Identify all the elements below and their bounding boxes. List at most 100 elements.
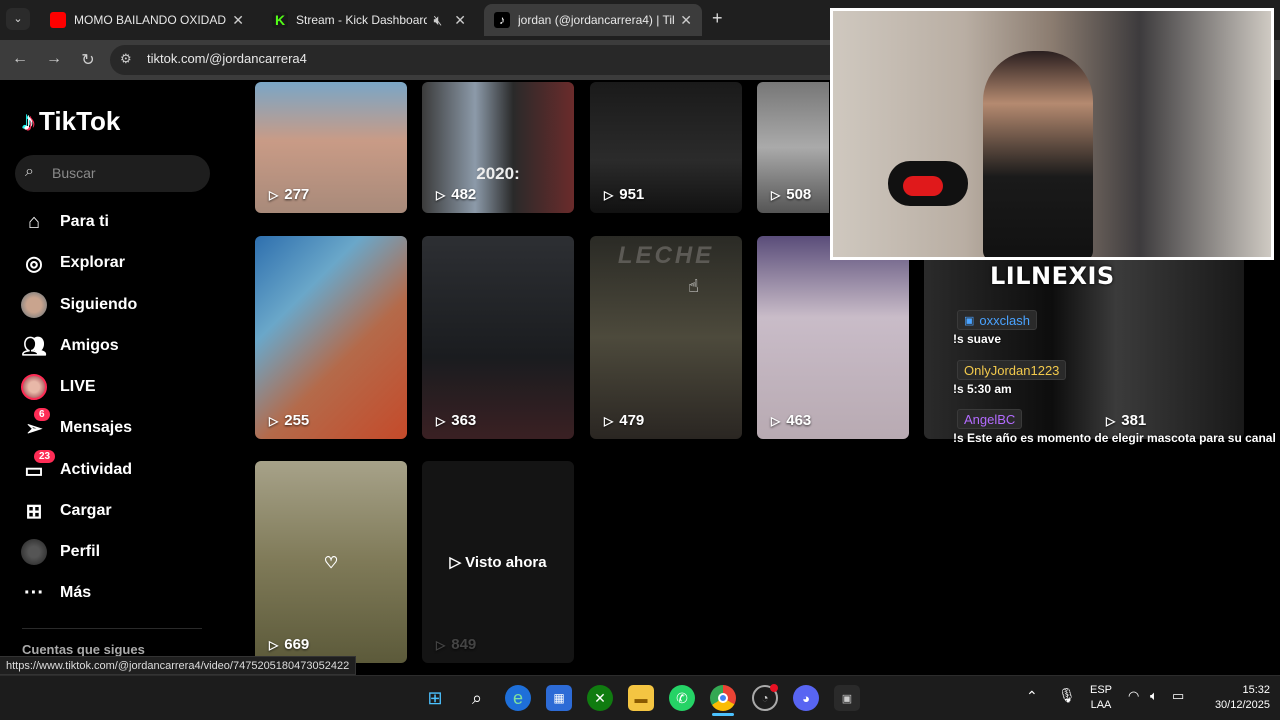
close-tab-icon[interactable]: ✕ <box>680 12 692 29</box>
xbox-icon[interactable]: ✕ <box>587 685 613 711</box>
views-text: 381 <box>1121 412 1147 429</box>
video-caption: 2020: <box>476 164 520 183</box>
views-text: 479 <box>619 412 645 429</box>
active-app-indicator <box>712 713 734 716</box>
play-icon: ▷ <box>436 413 446 428</box>
nav-label: LIVE <box>60 378 96 395</box>
play-icon: ▷ <box>269 413 279 428</box>
following-accounts-title: Cuentas que sigues <box>22 642 145 657</box>
back-button[interactable]: ← <box>10 50 30 68</box>
date-text: 30/12/2025 <box>1214 699 1270 711</box>
nav-profile[interactable]: Perfil <box>20 537 100 567</box>
views-text: 669 <box>284 636 310 653</box>
discord-icon[interactable]: ◕ <box>793 685 819 711</box>
view-count: ▷ 381 <box>1106 412 1146 429</box>
nav-messages[interactable]: ➢ 6 Mensajes <box>20 408 132 443</box>
following-avatar-wrap <box>20 291 48 319</box>
whatsapp-icon[interactable]: ✆ <box>669 685 695 711</box>
video-thumbnail[interactable]: LECHE ▷ 479 <box>590 236 742 439</box>
video-thumbnail[interactable]: ▷ 255 <box>255 236 407 439</box>
nav-explore[interactable]: ◎ Explorar <box>20 248 125 278</box>
nav-label: Explorar <box>60 254 125 271</box>
friends-icon: 👥︎ <box>21 335 47 358</box>
tiktok-logo[interactable]: ♪ TikTok <box>22 106 120 137</box>
clock[interactable]: 15:32 30/12/2025 <box>1200 684 1270 711</box>
nav-label: Actividad <box>60 461 133 478</box>
store-icon[interactable]: ▦ <box>546 685 572 711</box>
muted-audio-icon[interactable]: 🔇︎ <box>433 12 442 29</box>
chat-badge-icon: ▣ <box>964 314 975 327</box>
browser-tab-tiktok[interactable]: ♪ jordan (@jordancarrera4) | TikT ✕ <box>484 4 702 36</box>
tab-title: jordan (@jordancarrera4) | TikT <box>518 13 675 27</box>
url-text[interactable]: tiktok.com/@jordancarrera4 <box>147 51 307 66</box>
nav-for-you[interactable]: ⌂ Para ti <box>20 207 109 237</box>
webcam-overlay <box>830 8 1274 260</box>
game-app-icon[interactable]: ▣ <box>834 685 860 711</box>
battery-icon[interactable]: ▭ <box>1172 688 1184 704</box>
video-thumbnail[interactable]: ♡ ▷ 669 <box>255 461 407 663</box>
search-icon: ⌕ <box>25 163 34 180</box>
nav-label: Más <box>60 584 92 601</box>
nav-upload[interactable]: ⊞ Cargar <box>20 496 112 526</box>
view-count: ▷ 508 <box>771 186 811 203</box>
profile-avatar <box>21 539 47 565</box>
view-count: ▷ 849 <box>436 636 476 653</box>
nav-following[interactable]: Siguiendo <box>20 290 137 320</box>
video-thumbnail[interactable]: ▷ 463 <box>757 236 909 439</box>
compass-icon: ◎ <box>25 252 43 275</box>
watched-now-text: Visto ahora <box>465 554 547 571</box>
chevron-up-icon[interactable]: ⌃ <box>1026 688 1038 705</box>
views-text: 463 <box>786 412 812 429</box>
messages-badge: 6 <box>34 408 50 421</box>
new-tab-button[interactable]: + <box>712 8 723 29</box>
nav-live[interactable]: LIVE <box>20 372 96 402</box>
upload-icon: ⊞ <box>25 500 43 523</box>
streamer-figure <box>983 51 1093 257</box>
video-thumbnail[interactable]: 2020: ▷ 482 <box>422 82 574 213</box>
site-info-icon[interactable]: ⚙ <box>120 51 132 67</box>
tab-title: MOMO BAILANDO OXIDADO | <box>74 13 227 27</box>
video-thumbnail[interactable]: ▷ 363 <box>422 236 574 439</box>
chat-user-text: oxxclash <box>979 312 1030 328</box>
play-icon: ▷ <box>604 187 614 202</box>
close-tab-icon[interactable]: ✕ <box>454 12 466 29</box>
reload-button[interactable]: ↻ <box>78 50 98 70</box>
more-icon: ··· <box>24 581 44 604</box>
nav-more[interactable]: ··· Más <box>20 578 91 608</box>
browser-tab-youtube[interactable]: MOMO BAILANDO OXIDADO | ✕ <box>40 4 254 36</box>
tab-title: Stream - Kick Dashboard <box>296 13 428 27</box>
live-avatar-wrap <box>20 373 48 401</box>
view-count: ▷ 669 <box>269 636 309 653</box>
volume-icon[interactable]: 🔈︎ <box>1150 688 1158 704</box>
view-count: ▷ 482 <box>436 186 476 203</box>
windows-start-icon[interactable]: ⊞ <box>422 685 448 711</box>
wifi-icon[interactable]: ◠ <box>1128 688 1139 704</box>
search-input[interactable]: ⌕ Buscar <box>15 155 210 192</box>
nav-activity[interactable]: ▭ 23 Actividad <box>20 450 133 485</box>
video-thumbnail[interactable]: ▷ 277 <box>255 82 407 213</box>
activity-badge: 23 <box>34 450 56 463</box>
mic-light <box>903 176 943 196</box>
play-icon: ▷ <box>269 187 279 202</box>
video-thumbnail[interactable]: ▷ Visto ahora ▷ 849 <box>422 461 574 663</box>
microphone-tray-icon[interactable]: 🎙︎ <box>1058 687 1076 704</box>
search-icon[interactable]: ⌕ <box>464 685 490 711</box>
edge-icon[interactable]: e <box>505 685 531 711</box>
video-thumbnail[interactable]: ▷ 508 <box>757 82 829 213</box>
close-tab-icon[interactable]: ✕ <box>232 12 244 29</box>
youtube-favicon-icon <box>50 12 66 28</box>
views-text: 508 <box>786 186 812 203</box>
forward-button[interactable]: → <box>44 50 64 68</box>
chrome-icon[interactable] <box>710 685 736 711</box>
nav-friends[interactable]: 👥︎ Amigos <box>20 331 118 361</box>
chat-username: OnlyJordan1223 <box>957 360 1067 380</box>
play-icon: ▷ <box>436 187 446 202</box>
file-explorer-icon[interactable]: ▬ <box>628 685 654 711</box>
browser-tab-kick[interactable]: K Stream - Kick Dashboard 🔇︎ ✕ <box>262 4 476 36</box>
video-thumbnail[interactable]: ▷ 951 <box>590 82 742 213</box>
sidebar-divider <box>22 628 202 629</box>
inbox-icon: ➢ 6 <box>20 408 50 442</box>
views-text: 277 <box>284 186 310 203</box>
tab-search-button[interactable]: ⌄ <box>6 8 30 30</box>
language-indicator[interactable]: ESP LAA <box>1088 684 1114 711</box>
